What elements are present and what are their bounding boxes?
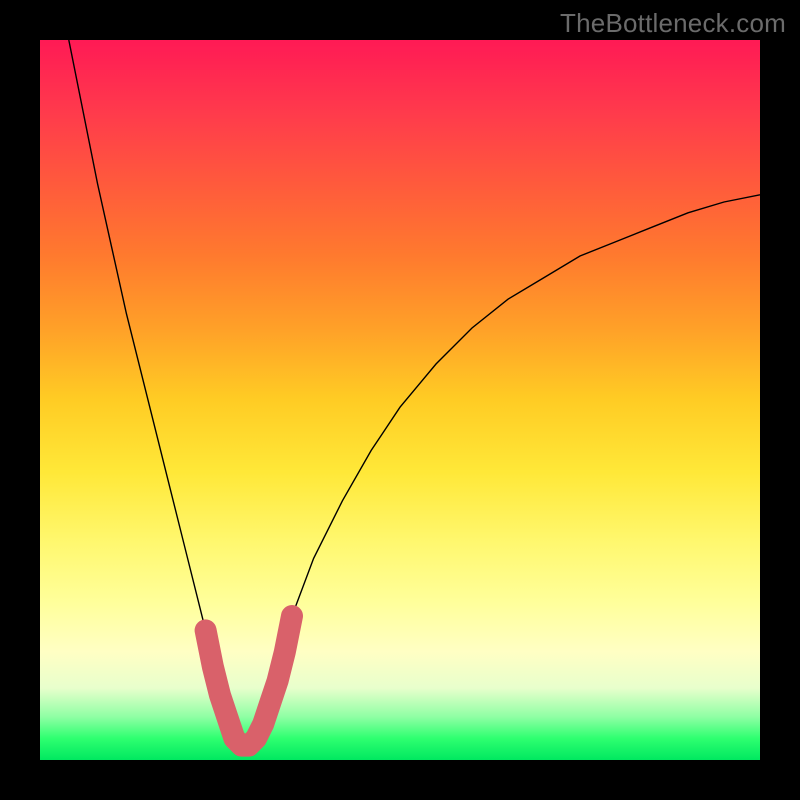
chart-frame: TheBottleneck.com (0, 0, 800, 800)
curve-right-branch (242, 195, 760, 746)
watermark-text: TheBottleneck.com (560, 8, 786, 39)
valley-highlight (206, 616, 292, 746)
curve-layer (40, 40, 760, 760)
plot-area (40, 40, 760, 760)
